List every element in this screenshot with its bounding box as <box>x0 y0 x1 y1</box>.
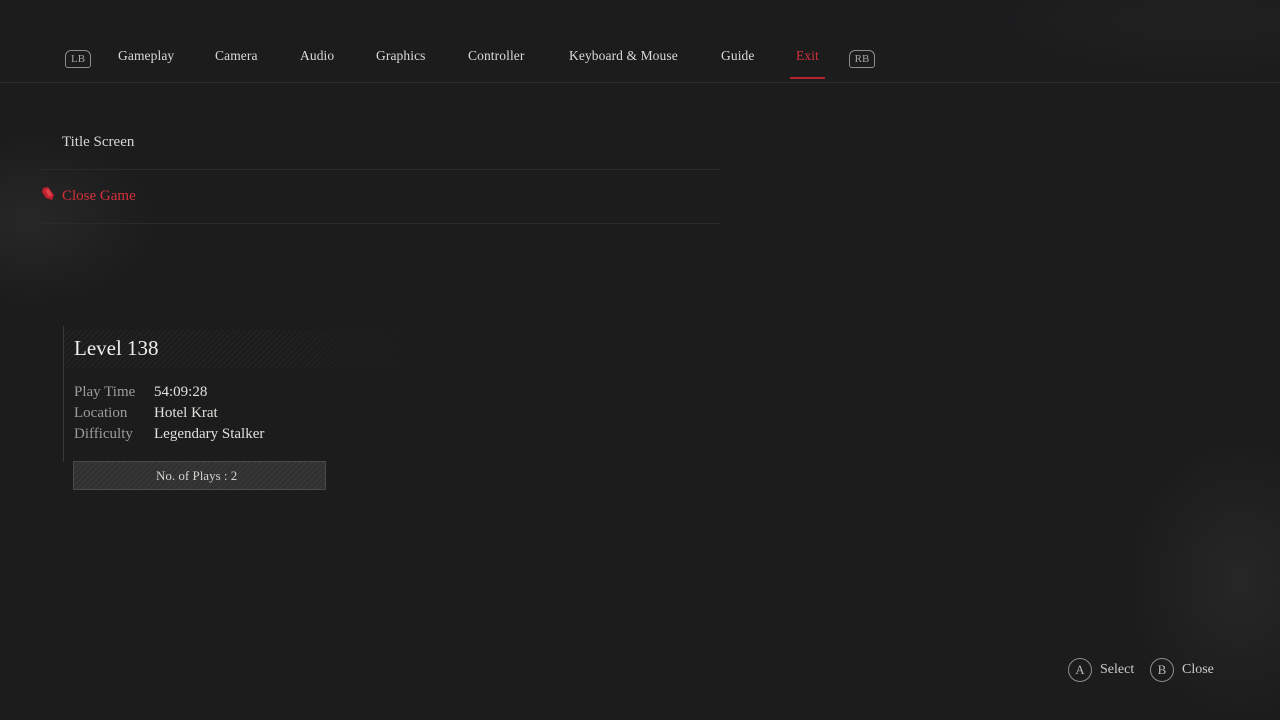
close-hint-label: Close <box>1182 662 1214 677</box>
tab-graphics[interactable]: Graphics <box>376 48 426 64</box>
menu-item-close-game[interactable]: Close Game <box>40 170 720 224</box>
tab-guide[interactable]: Guide <box>721 48 755 64</box>
select-hint-label: Select <box>1100 662 1135 677</box>
menu-item-label: Close Game <box>62 188 136 204</box>
menu-item-label: Title Screen <box>62 134 135 150</box>
tab-keyboard-mouse[interactable]: Keyboard & Mouse <box>569 48 678 64</box>
tab-exit[interactable]: Exit <box>790 48 825 79</box>
info-key: Play Time <box>74 384 136 400</box>
level-title: Level 138 <box>74 336 159 360</box>
plays-count-badge: No. of Plays : 2 <box>73 461 326 490</box>
exit-menu-screen: LB Gameplay Camera Audio Graphics Contro… <box>0 0 1280 720</box>
save-info-panel: Level 138 Play Time 54:09:28 Location Hote… <box>63 326 434 462</box>
select-hint[interactable]: A Select <box>1068 657 1134 683</box>
b-button-icon: B <box>1150 658 1174 682</box>
info-row-play-time: Play Time 54:09:28 <box>74 384 207 401</box>
rb-bumper-icon[interactable]: RB <box>849 50 875 68</box>
info-row-difficulty: Difficulty Legendary Stalker <box>74 426 264 443</box>
tab-exit-label: Exit <box>796 48 819 63</box>
tab-camera[interactable]: Camera <box>215 48 258 64</box>
selection-cursor-icon <box>42 187 54 200</box>
info-value: Hotel Krat <box>154 405 218 421</box>
info-value: Legendary Stalker <box>154 426 265 442</box>
active-tab-indicator <box>790 77 825 79</box>
plays-count-text: No. of Plays : 2 <box>156 468 238 483</box>
info-value: 54:09:28 <box>154 384 208 400</box>
close-hint[interactable]: B Close <box>1150 657 1214 683</box>
tab-controller[interactable]: Controller <box>468 48 525 64</box>
settings-tab-bar: LB Gameplay Camera Audio Graphics Contro… <box>0 0 1280 83</box>
menu-item-title-screen[interactable]: Title Screen <box>40 116 720 170</box>
info-key: Location <box>74 405 128 421</box>
info-row-location: Location Hotel Krat <box>74 405 218 422</box>
tab-gameplay[interactable]: Gameplay <box>118 48 174 64</box>
a-button-icon: A <box>1068 658 1092 682</box>
info-key: Difficulty <box>74 426 133 442</box>
tab-audio[interactable]: Audio <box>300 48 334 64</box>
lb-bumper-icon[interactable]: LB <box>65 50 91 68</box>
